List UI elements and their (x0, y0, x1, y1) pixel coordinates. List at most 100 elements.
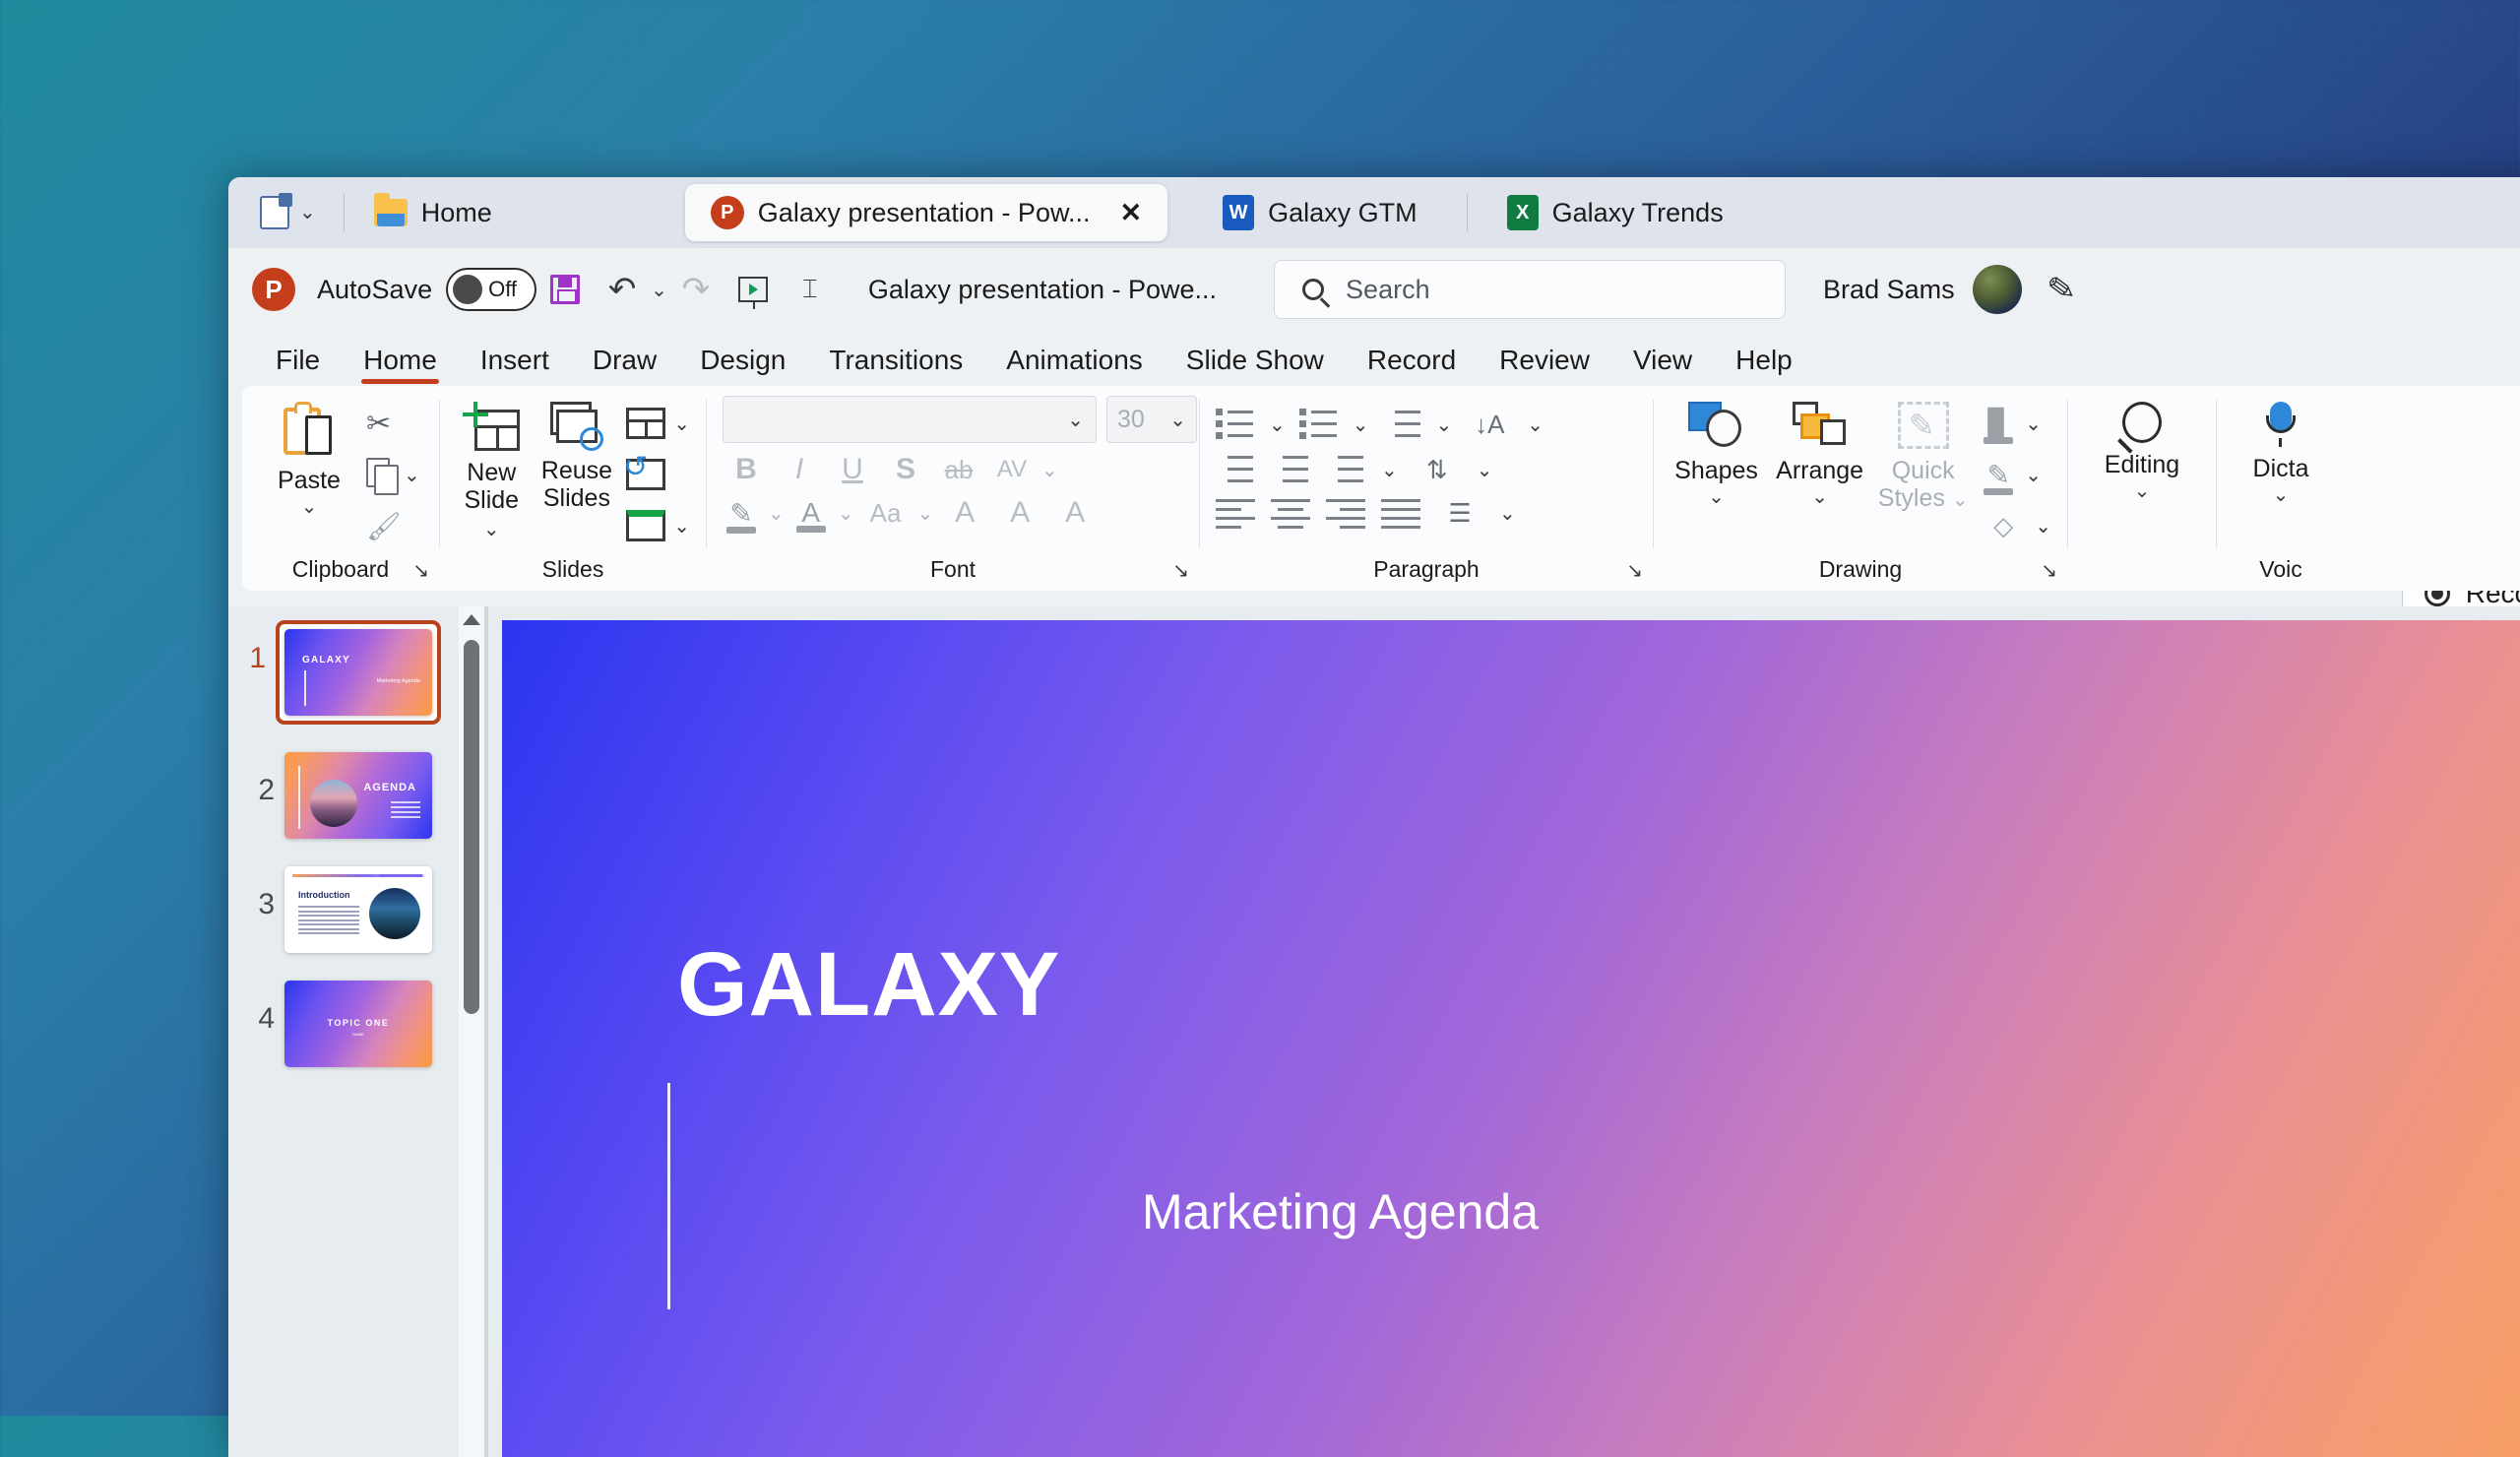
paragraph-dialog-launcher[interactable]: ↘ (1626, 558, 1643, 583)
shape-effects-chevron-down-icon[interactable]: ⌄ (2035, 514, 2051, 538)
save-button[interactable] (536, 261, 594, 318)
arrange-button[interactable]: Arrange ⌄ (1773, 396, 1866, 509)
underline-button[interactable]: U (829, 453, 876, 486)
new-slide-chevron-down-icon[interactable]: ⌄ (483, 519, 500, 540)
paste-chevron-down-icon[interactable]: ⌄ (301, 494, 318, 519)
character-spacing-chevron-down-icon[interactable]: ⌄ (1041, 458, 1058, 482)
bullets-chevron-down-icon[interactable]: ⌄ (1269, 412, 1286, 437)
thumbnail-item-4[interactable]: 4 TOPIC ONE NAME (228, 981, 484, 1067)
copy-button[interactable]: ⌄ (366, 453, 420, 496)
ribbon-tab-review[interactable]: Review (1478, 345, 1611, 386)
font-color-button[interactable]: A (792, 497, 830, 533)
scrollbar-thumb[interactable] (464, 640, 479, 1014)
tab-home[interactable]: Home (358, 184, 518, 241)
undo-button[interactable]: ↶ (594, 261, 651, 318)
smartart-icon[interactable]: ☰ (1436, 498, 1483, 529)
section-button[interactable]: ⌄ (626, 504, 690, 547)
thumbnail-item-2[interactable]: 2 AGENDA (228, 752, 484, 839)
numbering-chevron-down-icon[interactable]: ⌄ (1353, 412, 1369, 437)
smartart-chevron-down-icon[interactable]: ⌄ (1499, 501, 1516, 526)
section-chevron-down-icon[interactable]: ⌄ (673, 514, 690, 538)
slide-canvas[interactable]: GALAXY Marketing Agenda (488, 606, 2520, 1457)
shapes-button[interactable]: Shapes ⌄ (1670, 396, 1763, 509)
sort-chevron-down-icon[interactable]: ⌄ (1527, 412, 1544, 437)
ribbon-tab-record[interactable]: Record (1346, 345, 1478, 386)
thumbnail-item-1[interactable]: 1 GALAXY Marketing Agenda (228, 620, 484, 725)
shape-fill-button[interactable]: ▊ ⌄ (1980, 402, 2051, 445)
strikethrough-button[interactable]: ab (935, 455, 982, 485)
avatar[interactable] (1972, 265, 2022, 314)
ribbon-tab-help[interactable]: Help (1714, 345, 1814, 386)
slide-thumbnail-pane[interactable]: 1 GALAXY Marketing Agenda 2 AGENDA 3 Int… (228, 606, 484, 1457)
align-left-icon[interactable] (1216, 498, 1255, 529)
undo-chevron-down-icon[interactable]: ⌄ (651, 278, 667, 302)
text-direction-icon[interactable]: ⇅ (1414, 455, 1461, 485)
file-menu-button[interactable]: ⌄ (246, 185, 330, 240)
arrange-chevron-down-icon[interactable]: ⌄ (1811, 484, 1828, 509)
justify-icon[interactable] (1381, 498, 1420, 529)
scroll-up-icon[interactable] (463, 614, 480, 625)
ribbon-tab-animations[interactable]: Animations (984, 345, 1165, 386)
decrease-indent-icon[interactable] (1216, 453, 1255, 486)
numbering-icon[interactable] (1298, 408, 1339, 441)
font-color-chevron-down-icon[interactable]: ⌄ (838, 501, 854, 526)
font-size-chevron-down-icon[interactable]: ⌄ (1169, 408, 1186, 432)
change-case-button[interactable]: Aa (862, 498, 910, 529)
slide-title[interactable]: GALAXY (677, 933, 1060, 1037)
increase-font-size-button[interactable]: A (941, 496, 988, 530)
cut-button[interactable]: ✂ (366, 402, 420, 445)
font-name-chevron-down-icon[interactable]: ⌄ (1067, 408, 1084, 432)
ribbon-tab-insert[interactable]: Insert (459, 345, 571, 386)
font-dialog-launcher[interactable]: ↘ (1172, 558, 1189, 583)
slide-subtitle[interactable]: Marketing Agenda (1142, 1183, 1539, 1240)
text-highlight-button[interactable]: ✎ (723, 497, 760, 534)
layout-chevron-down-icon[interactable]: ⌄ (673, 412, 690, 436)
tab-galaxy-presentation[interactable]: P Galaxy presentation - Pow... ✕ (684, 184, 1168, 241)
ribbon-tab-home[interactable]: Home (342, 345, 459, 386)
italic-button[interactable]: I (776, 453, 823, 486)
search-input[interactable]: Search (1274, 260, 1787, 319)
drawing-dialog-launcher[interactable]: ↘ (2041, 558, 2057, 583)
reset-slide-button[interactable] (623, 450, 690, 496)
line-spacing-chevron-down-icon[interactable]: ⌄ (1436, 412, 1453, 437)
ribbon-tab-transitions[interactable]: Transitions (807, 345, 984, 386)
decrease-font-size-button[interactable]: A (996, 496, 1043, 530)
redo-button[interactable]: ↷ (667, 261, 724, 318)
text-shadow-button[interactable]: S (882, 453, 929, 486)
copy-chevron-down-icon[interactable]: ⌄ (404, 463, 420, 487)
columns-icon[interactable] (1326, 453, 1365, 486)
current-slide[interactable]: GALAXY Marketing Agenda (502, 620, 2520, 1457)
paste-button[interactable]: Paste ⌄ (258, 396, 360, 519)
slide-layout-button[interactable]: ⌄ (626, 402, 690, 445)
increase-indent-icon[interactable] (1271, 453, 1310, 486)
shape-fill-chevron-down-icon[interactable]: ⌄ (2025, 412, 2042, 436)
line-spacing-icon[interactable] (1383, 408, 1422, 441)
font-size-input[interactable]: 30 ⌄ (1106, 396, 1197, 443)
tab-galaxy-trends[interactable]: X Galaxy Trends (1481, 184, 1749, 241)
close-icon[interactable]: ✕ (1119, 198, 1142, 228)
thumbnail-item-3[interactable]: 3 Introduction (228, 866, 484, 953)
align-right-icon[interactable] (1326, 498, 1365, 529)
chevron-down-icon[interactable]: ⌄ (299, 203, 316, 222)
shape-effects-button[interactable]: ◇ ⌄ (1980, 504, 2051, 547)
ribbon-tab-draw[interactable]: Draw (571, 345, 678, 386)
tab-galaxy-gtm[interactable]: W Galaxy GTM (1197, 184, 1443, 241)
format-painter-button[interactable]: 🖌 (366, 504, 420, 547)
clipboard-dialog-launcher[interactable]: ↘ (412, 558, 429, 583)
align-center-icon[interactable] (1271, 498, 1310, 529)
shape-outline-button[interactable]: ✎ ⌄ (1980, 453, 2051, 496)
reuse-slides-button[interactable]: Reuse Slides (541, 396, 613, 512)
copilot-icon[interactable]: ✎ (2045, 268, 2078, 311)
ribbon-tab-slide-show[interactable]: Slide Show (1165, 345, 1346, 386)
editing-button[interactable]: Editing ⌄ (2091, 396, 2193, 503)
shape-outline-chevron-down-icon[interactable]: ⌄ (2025, 463, 2042, 487)
thumbnail-scrollbar[interactable] (459, 606, 484, 1457)
clear-formatting-button[interactable]: A (1051, 496, 1099, 530)
ribbon-tab-file[interactable]: File (254, 345, 342, 386)
character-spacing-button[interactable]: AV (988, 456, 1036, 483)
highlight-chevron-down-icon[interactable]: ⌄ (768, 501, 785, 526)
ribbon-tab-view[interactable]: View (1611, 345, 1714, 386)
quick-styles-chevron-down-icon[interactable]: ⌄ (1952, 489, 1969, 511)
ribbon-tab-design[interactable]: Design (678, 345, 807, 386)
quick-styles-button[interactable]: QuickStyles ⌄ (1876, 396, 1970, 512)
